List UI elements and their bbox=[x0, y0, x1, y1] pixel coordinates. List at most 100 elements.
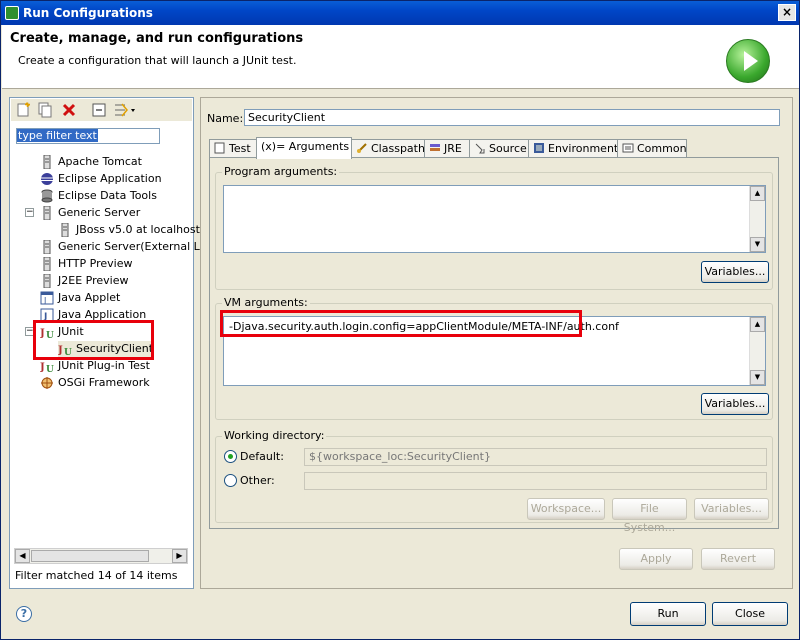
header-title: Create, manage, and run configurations bbox=[10, 31, 304, 46]
configuration-list-panel: type filter text Apache Tomcat Eclipse A… bbox=[9, 97, 207, 589]
other-label: Other: bbox=[240, 474, 275, 487]
filter-status: Filter matched 14 of 14 items bbox=[15, 569, 178, 582]
tree-item-label: JUnit Plug-in Test bbox=[58, 359, 150, 372]
tree-item-label: Generic Server bbox=[58, 206, 141, 219]
tab-environment[interactable]: Environment bbox=[528, 139, 618, 158]
classpath-tab-icon bbox=[356, 142, 368, 154]
default-label: Default: bbox=[240, 450, 284, 463]
default-radio[interactable] bbox=[224, 450, 237, 463]
tab-label: Common bbox=[637, 142, 687, 155]
svg-text:J: J bbox=[43, 296, 46, 305]
tab-label: Test bbox=[229, 142, 251, 155]
arguments-tab-content: Program arguments: ▲ ▼ Variables... VM a… bbox=[209, 157, 779, 534]
server-icon bbox=[40, 239, 54, 255]
server-icon bbox=[40, 273, 54, 289]
svg-text:U: U bbox=[46, 365, 54, 373]
tab-test[interactable]: Test bbox=[209, 139, 257, 158]
working-variables-button[interactable]: Variables... bbox=[694, 498, 769, 520]
scroll-right-icon[interactable]: ▶ bbox=[172, 549, 187, 563]
filter-configurations-icon[interactable] bbox=[113, 102, 135, 118]
tab-label: Source bbox=[489, 142, 527, 155]
server-icon bbox=[58, 222, 72, 238]
junit-icon: JU bbox=[39, 359, 54, 375]
svg-text:J: J bbox=[40, 362, 45, 373]
tree-item-label: Generic Server(External La bbox=[58, 240, 207, 253]
horizontal-scrollbar[interactable]: ◀ ▶ bbox=[14, 548, 188, 564]
vm-variables-button[interactable]: Variables... bbox=[701, 393, 769, 415]
collapse-all-icon[interactable] bbox=[91, 102, 107, 118]
tab-common[interactable]: Common bbox=[617, 139, 687, 158]
default-directory-input[interactable]: ${workspace_loc:SecurityClient} bbox=[304, 448, 767, 466]
button-label: Revert bbox=[719, 552, 757, 565]
button-label: Variables... bbox=[704, 265, 766, 278]
java-applet-icon: J bbox=[40, 291, 54, 305]
program-variables-button[interactable]: Variables... bbox=[701, 261, 769, 283]
button-label: Apply bbox=[640, 552, 672, 565]
scroll-left-icon[interactable]: ◀ bbox=[15, 549, 30, 563]
program-arguments-scrollbar[interactable]: ▲ ▼ bbox=[749, 186, 765, 252]
button-label: Run bbox=[657, 607, 679, 620]
working-directory-label: Working directory: bbox=[222, 429, 327, 442]
tab-arguments[interactable]: (x)= Arguments bbox=[256, 137, 352, 159]
window-title: Run Configurations bbox=[23, 6, 153, 20]
tab-label: Environment bbox=[548, 142, 619, 155]
configuration-toolbar bbox=[11, 99, 192, 121]
program-arguments-label: Program arguments: bbox=[222, 165, 340, 178]
scroll-up-icon[interactable]: ▲ bbox=[750, 186, 765, 201]
run-configurations-dialog: Run Configurations × Create, manage, and… bbox=[0, 0, 800, 640]
jre-tab-icon bbox=[429, 142, 441, 154]
workspace-button[interactable]: Workspace... bbox=[527, 498, 605, 520]
filter-placeholder: type filter text bbox=[17, 129, 98, 142]
button-label: Variables... bbox=[704, 397, 766, 410]
run-banner-icon bbox=[726, 39, 770, 83]
close-button[interactable]: Close bbox=[712, 602, 788, 626]
scroll-thumb[interactable] bbox=[31, 550, 149, 562]
vm-arguments-highlight-box bbox=[220, 310, 582, 337]
apply-button[interactable]: Apply bbox=[619, 548, 693, 570]
tree-item-label: J2EE Preview bbox=[58, 274, 129, 287]
title-bar: Run Configurations × bbox=[1, 1, 799, 25]
tab-label: JRE bbox=[444, 142, 462, 155]
working-directory-group: Working directory: Default: ${workspace_… bbox=[215, 429, 773, 534]
osgi-icon bbox=[40, 376, 54, 390]
scroll-down-icon[interactable]: ▼ bbox=[750, 370, 765, 385]
button-label: Close bbox=[735, 607, 765, 620]
tab-jre[interactable]: JRE bbox=[424, 139, 470, 158]
other-radio[interactable] bbox=[224, 474, 237, 487]
junit-highlight-box bbox=[33, 320, 154, 360]
tree-item-label: HTTP Preview bbox=[58, 257, 133, 270]
tree-item-label: Eclipse Data Tools bbox=[58, 189, 157, 202]
scroll-up-icon[interactable]: ▲ bbox=[750, 317, 765, 332]
revert-button[interactable]: Revert bbox=[701, 548, 775, 570]
server-icon bbox=[40, 154, 54, 170]
file-system-button[interactable]: File System... bbox=[612, 498, 687, 534]
close-window-button[interactable]: × bbox=[778, 4, 796, 21]
help-icon[interactable]: ? bbox=[16, 606, 32, 622]
button-label: Variables... bbox=[701, 502, 762, 515]
dialog-header: Create, manage, and run configurations C… bbox=[2, 25, 799, 89]
new-configuration-icon[interactable] bbox=[15, 102, 31, 118]
button-label: File System... bbox=[623, 502, 676, 534]
tree-item-label: Apache Tomcat bbox=[58, 155, 142, 168]
program-arguments-group: Program arguments: ▲ ▼ Variables... bbox=[215, 165, 773, 290]
duplicate-configuration-icon[interactable] bbox=[37, 102, 53, 118]
database-icon bbox=[40, 189, 54, 203]
source-tab-icon bbox=[474, 142, 486, 154]
delete-configuration-icon[interactable] bbox=[61, 102, 77, 118]
other-directory-input[interactable] bbox=[304, 472, 767, 490]
tree-item-label: JBoss v5.0 at localhost bbox=[76, 223, 200, 236]
name-input[interactable]: SecurityClient bbox=[244, 109, 780, 126]
collapse-generic-server-icon[interactable]: − bbox=[25, 208, 34, 217]
tab-source[interactable]: Source bbox=[469, 139, 529, 158]
scroll-down-icon[interactable]: ▼ bbox=[750, 237, 765, 252]
button-label: Workspace... bbox=[530, 502, 602, 515]
run-button[interactable]: Run bbox=[630, 602, 706, 626]
filter-input[interactable]: type filter text bbox=[16, 128, 160, 144]
test-tab-icon bbox=[214, 142, 226, 154]
vm-arguments-scrollbar[interactable]: ▲ ▼ bbox=[749, 317, 765, 385]
program-arguments-textarea[interactable]: ▲ ▼ bbox=[223, 185, 766, 253]
tab-classpath[interactable]: Classpath bbox=[351, 139, 425, 158]
app-icon bbox=[5, 6, 19, 20]
server-icon bbox=[40, 205, 54, 221]
tab-label: Classpath bbox=[371, 142, 425, 155]
